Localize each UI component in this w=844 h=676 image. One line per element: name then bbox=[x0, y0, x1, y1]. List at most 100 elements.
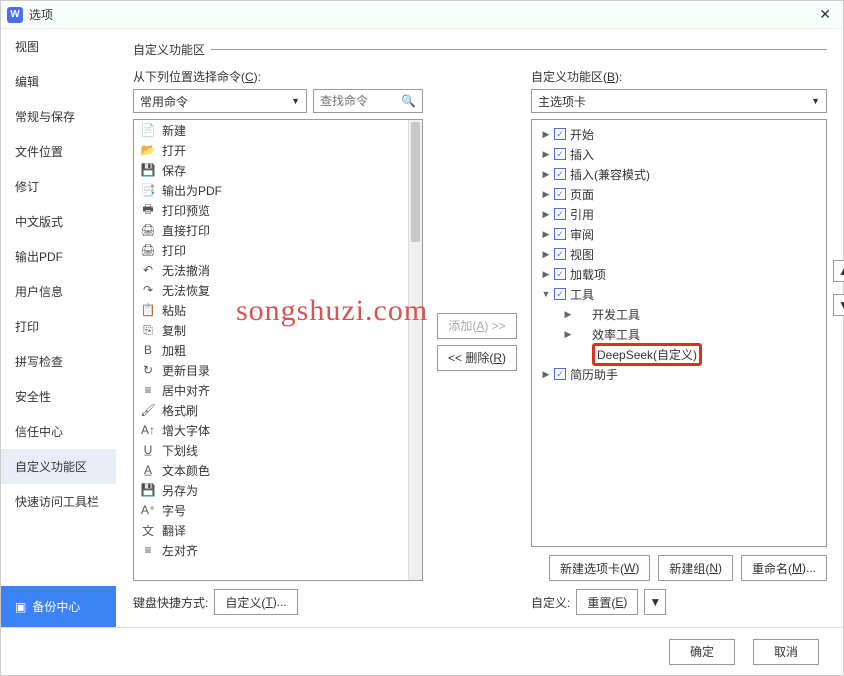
sidebar-item[interactable]: 中文版式 bbox=[1, 204, 116, 239]
command-item[interactable]: 🖨直接打印 bbox=[134, 220, 422, 240]
remove-button[interactable]: << 删除(R) bbox=[437, 345, 517, 371]
tree-label: 开发工具 bbox=[592, 306, 640, 323]
expand-icon[interactable]: ▼ bbox=[540, 289, 552, 299]
sidebar-item[interactable]: 常规与保存 bbox=[1, 99, 116, 134]
command-item[interactable]: A⁺字号 bbox=[134, 500, 422, 520]
tree-row[interactable]: ▼✓工具 bbox=[534, 284, 824, 304]
sidebar-item[interactable]: 自定义功能区 bbox=[1, 449, 116, 484]
add-button[interactable]: 添加(A) >> bbox=[437, 313, 516, 339]
command-item[interactable]: 📋粘贴 bbox=[134, 300, 422, 320]
command-item[interactable]: 🖌格式刷 bbox=[134, 400, 422, 420]
expand-icon[interactable]: ▶ bbox=[540, 189, 552, 200]
right-select[interactable]: 主选项卡 ▼ bbox=[531, 89, 827, 113]
command-item[interactable]: 🖨打印 bbox=[134, 240, 422, 260]
checkbox[interactable]: ✓ bbox=[554, 128, 566, 140]
command-item[interactable]: ≡左对齐 bbox=[134, 540, 422, 560]
close-icon[interactable]: ✕ bbox=[813, 4, 837, 25]
cancel-button[interactable]: 取消 bbox=[753, 639, 819, 665]
sidebar-item[interactable]: 快速访问工具栏 bbox=[1, 484, 116, 519]
sidebar-item[interactable]: 信任中心 bbox=[1, 414, 116, 449]
sidebar-item[interactable]: 修订 bbox=[1, 169, 116, 204]
tree-label: 插入 bbox=[570, 146, 594, 163]
sidebar-item[interactable]: 编辑 bbox=[1, 64, 116, 99]
backup-button[interactable]: ▣ 备份中心 bbox=[1, 586, 116, 627]
command-item[interactable]: ↶无法撤消 bbox=[134, 260, 422, 280]
checkbox[interactable]: ✓ bbox=[554, 208, 566, 220]
sidebar-item[interactable]: 安全性 bbox=[1, 379, 116, 414]
updown-buttons: ▲ ▼ bbox=[833, 260, 844, 316]
checkbox[interactable]: ✓ bbox=[554, 188, 566, 200]
sidebar-item[interactable]: 打印 bbox=[1, 309, 116, 344]
command-item[interactable]: B加粗 bbox=[134, 340, 422, 360]
tree-row[interactable]: ▶✓简历助手 bbox=[534, 364, 824, 384]
command-item[interactable]: ⎘复制 bbox=[134, 320, 422, 340]
checkbox[interactable]: ✓ bbox=[554, 268, 566, 280]
tree-label: 引用 bbox=[570, 206, 594, 223]
sidebar-item[interactable]: 拼写检查 bbox=[1, 344, 116, 379]
command-item[interactable]: A↑增大字体 bbox=[134, 420, 422, 440]
expand-icon[interactable]: ▶ bbox=[540, 229, 552, 240]
command-item[interactable]: A̲文本颜色 bbox=[134, 460, 422, 480]
command-item[interactable]: 💾另存为 bbox=[134, 480, 422, 500]
search-input-wrap[interactable]: 🔍 bbox=[313, 89, 423, 113]
command-item[interactable]: 🖶打印预览 bbox=[134, 200, 422, 220]
command-item[interactable]: 📂打开 bbox=[134, 140, 422, 160]
command-listbox[interactable]: 📄新建📂打开💾保存📑输出为PDF🖶打印预览🖨直接打印🖨打印↶无法撤消↷无法恢复📋… bbox=[133, 119, 423, 581]
command-item[interactable]: 📑输出为PDF bbox=[134, 180, 422, 200]
tree-row[interactable]: ▶✓视图 bbox=[534, 244, 824, 264]
command-item[interactable]: U̲下划线 bbox=[134, 440, 422, 460]
checkbox[interactable]: ✓ bbox=[554, 248, 566, 260]
sidebar-item[interactable]: 文件位置 bbox=[1, 134, 116, 169]
custom-label: 自定义: bbox=[531, 594, 570, 611]
ribbon-tree[interactable]: ▶✓开始▶✓插入▶✓插入(兼容模式)▶✓页面▶✓引用▶✓审阅▶✓视图▶✓加载项▼… bbox=[531, 119, 827, 547]
tree-row[interactable]: DeepSeek(自定义) bbox=[534, 344, 824, 364]
checkbox[interactable]: ✓ bbox=[554, 228, 566, 240]
checkbox[interactable]: ✓ bbox=[554, 168, 566, 180]
checkbox[interactable]: ✓ bbox=[554, 288, 566, 300]
kb-label: 键盘快捷方式: bbox=[133, 594, 208, 611]
expand-icon[interactable]: ▶ bbox=[540, 129, 552, 140]
move-up-button[interactable]: ▲ bbox=[833, 260, 844, 282]
checkbox[interactable]: ✓ bbox=[554, 368, 566, 380]
tree-row[interactable]: ▶✓开始 bbox=[534, 124, 824, 144]
expand-icon[interactable]: ▶ bbox=[562, 309, 574, 320]
command-item[interactable]: ≡居中对齐 bbox=[134, 380, 422, 400]
sidebar-item[interactable]: 视图 bbox=[1, 29, 116, 64]
sidebar-item[interactable]: 输出PDF bbox=[1, 239, 116, 274]
command-item[interactable]: ↻更新目录 bbox=[134, 360, 422, 380]
tree-row[interactable]: ▶✓页面 bbox=[534, 184, 824, 204]
expand-icon[interactable]: ▶ bbox=[562, 329, 574, 340]
expand-icon[interactable]: ▶ bbox=[540, 149, 552, 160]
new-group-button[interactable]: 新建组(N) bbox=[658, 555, 733, 581]
expand-icon[interactable]: ▶ bbox=[540, 369, 552, 380]
command-item[interactable]: 💾保存 bbox=[134, 160, 422, 180]
checkbox[interactable]: ✓ bbox=[554, 148, 566, 160]
tree-row[interactable]: ▶✓审阅 bbox=[534, 224, 824, 244]
tree-row[interactable]: ▶效率工具 bbox=[534, 324, 824, 344]
command-item[interactable]: ↷无法恢复 bbox=[134, 280, 422, 300]
reset-dropdown[interactable]: ▼ bbox=[644, 589, 666, 615]
tree-row[interactable]: ▶✓ 插入 bbox=[534, 144, 824, 164]
tree-row[interactable]: ▶✓ 引用 bbox=[534, 204, 824, 224]
reset-button[interactable]: 重置(E) bbox=[576, 589, 638, 615]
tree-row[interactable]: ▶✓加载项 bbox=[534, 264, 824, 284]
expand-icon[interactable]: ▶ bbox=[540, 249, 552, 260]
tree-row[interactable]: ▶✓插入(兼容模式) bbox=[534, 164, 824, 184]
left-select[interactable]: 常用命令 ▼ bbox=[133, 89, 307, 113]
command-item[interactable]: 📄新建 bbox=[134, 120, 422, 140]
scrollbar-thumb[interactable] bbox=[411, 122, 420, 242]
rename-button[interactable]: 重命名(M)... bbox=[741, 555, 827, 581]
expand-icon[interactable]: ▶ bbox=[540, 169, 552, 180]
search-input[interactable] bbox=[320, 94, 401, 108]
move-down-button[interactable]: ▼ bbox=[833, 294, 844, 316]
tree-buttons-row: 新建选项卡(W) 新建组(N) 重命名(M)... bbox=[531, 555, 827, 581]
expand-icon[interactable]: ▶ bbox=[540, 269, 552, 280]
kb-customize-button[interactable]: 自定义(T)... bbox=[214, 589, 297, 615]
sidebar-item[interactable]: 用户信息 bbox=[1, 274, 116, 309]
scrollbar[interactable] bbox=[408, 120, 422, 580]
new-tab-button[interactable]: 新建选项卡(W) bbox=[549, 555, 650, 581]
command-item[interactable]: 文翻译 bbox=[134, 520, 422, 540]
tree-row[interactable]: ▶ 开发工具 bbox=[534, 304, 824, 324]
ok-button[interactable]: 确定 bbox=[669, 639, 735, 665]
expand-icon[interactable]: ▶ bbox=[540, 209, 552, 220]
